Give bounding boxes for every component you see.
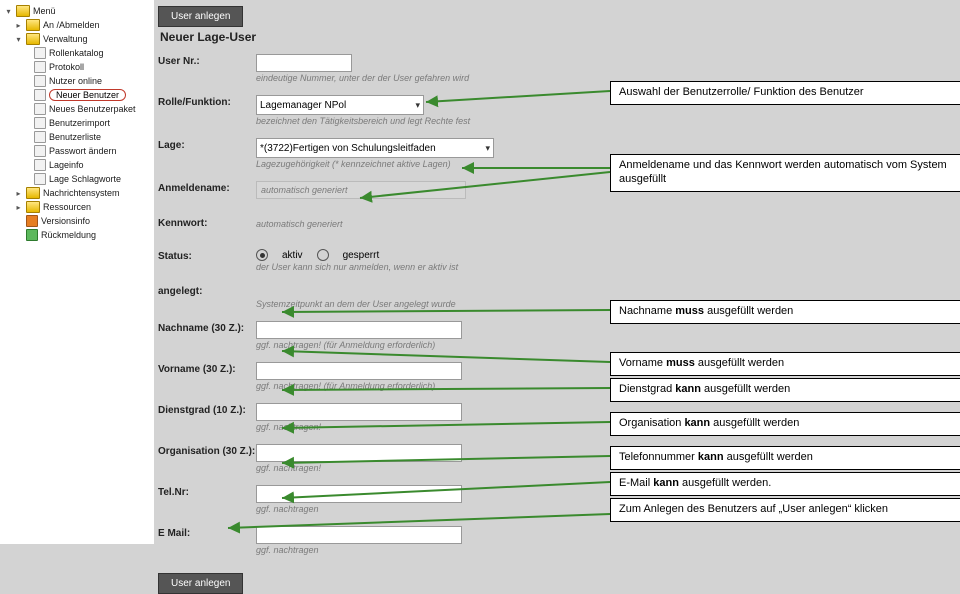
page-icon xyxy=(34,159,46,171)
user-anlegen-submit-button[interactable]: User anlegen xyxy=(158,573,243,594)
label-angelegt: angelegt: xyxy=(158,284,256,297)
input-organisation[interactable] xyxy=(256,444,462,462)
hint-organisation: ggf. nachtragen! xyxy=(256,463,598,473)
label-anmeldename: Anmeldename: xyxy=(158,181,256,194)
callout-telnr: Telefonnummer kann ausgefüllt werden xyxy=(610,446,960,470)
tree-item-nutzer-online[interactable]: Nutzer online xyxy=(0,74,154,88)
tree-item-benutzerliste[interactable]: Benutzerliste xyxy=(0,130,154,144)
tree-item-protokoll[interactable]: Protokoll xyxy=(0,60,154,74)
field-anmeldename: automatisch generiert xyxy=(256,181,466,199)
hint-vorname: ggf. nachtragen! (für Anmeldung erforder… xyxy=(256,381,598,391)
label-organisation: Organisation (30 Z.): xyxy=(158,444,256,457)
tree-item-versionsinfo[interactable]: Versionsinfo xyxy=(0,214,154,228)
collapse-icon: ▾ xyxy=(4,7,13,16)
page-icon xyxy=(34,145,46,157)
tree-item-benutzerimport[interactable]: Benutzerimport xyxy=(0,116,154,130)
label-email: E Mail: xyxy=(158,526,256,539)
user-anlegen-top-button[interactable]: User anlegen xyxy=(158,6,243,27)
tree-item-nachrichtensystem[interactable]: ▸Nachrichtensystem xyxy=(0,186,154,200)
hint-rolle: bezeichnet den Tätigkeitsbereich und leg… xyxy=(256,116,598,126)
hint-status: der User kann sich nur anmelden, wenn er… xyxy=(256,262,598,272)
input-email[interactable] xyxy=(256,526,462,544)
callout-anmeldename: Anmeldename und das Kennwort werden auto… xyxy=(610,154,960,192)
label-lage: Lage: xyxy=(158,138,256,151)
label-rolle: Rolle/Funktion: xyxy=(158,95,256,108)
label-user-nr: User Nr.: xyxy=(158,54,256,67)
callout-rolle: Auswahl der Benutzerrolle/ Funktion des … xyxy=(610,81,960,105)
input-user-nr[interactable] xyxy=(256,54,352,72)
collapse-icon: ▾ xyxy=(14,35,23,44)
callout-email: E-Mail kann ausgefüllt werden. xyxy=(610,472,960,496)
label-telnr: Tel.Nr: xyxy=(158,485,256,498)
page-icon xyxy=(34,61,46,73)
callout-dienstgrad: Dienstgrad kann ausgefüllt werden xyxy=(610,378,960,402)
page-icon xyxy=(34,117,46,129)
tree-item-lageinfo[interactable]: Lageinfo xyxy=(0,158,154,172)
label-vorname: Vorname (30 Z.): xyxy=(158,362,256,375)
callout-vorname: Vorname muss ausgefüllt werden xyxy=(610,352,960,376)
folder-icon xyxy=(26,187,40,199)
tree-item-rueckmeldung[interactable]: Rückmeldung xyxy=(0,228,154,242)
input-telnr[interactable] xyxy=(256,485,462,503)
form-title: Neuer Lage-User xyxy=(160,30,598,44)
hint-nachname: ggf. nachtragen! (für Anmeldung erforder… xyxy=(256,340,598,350)
info-icon xyxy=(26,215,38,227)
input-vorname[interactable] xyxy=(256,362,462,380)
expand-icon: ▸ xyxy=(14,189,23,198)
tree-item-rollenkatalog[interactable]: Rollenkatalog xyxy=(0,46,154,60)
folder-icon xyxy=(26,19,40,31)
radio-gesperrt[interactable] xyxy=(317,249,329,261)
select-lage[interactable]: *(3722)Fertigen von Schulungsleitfaden▾ xyxy=(256,138,494,158)
folder-icon xyxy=(16,5,30,17)
tree-item-verwaltung[interactable]: ▾Verwaltung xyxy=(0,32,154,46)
label-nachname: Nachname (30 Z.): xyxy=(158,321,256,334)
input-dienstgrad[interactable] xyxy=(256,403,462,421)
radio-aktiv[interactable] xyxy=(256,249,268,261)
callout-submit: Zum Anlegen des Benutzers auf „User anle… xyxy=(610,498,960,522)
label-status: Status: xyxy=(158,249,256,262)
tree-root[interactable]: ▾Menü xyxy=(0,4,154,18)
tree-item-passwort-aendern[interactable]: Passwort ändern xyxy=(0,144,154,158)
hint-user-nr: eindeutige Nummer, unter der der User ge… xyxy=(256,73,598,83)
sidebar: ▾Menü ▸An /Abmelden ▾Verwaltung Rollenka… xyxy=(0,0,154,544)
folder-icon xyxy=(26,201,40,213)
tree-item-neuer-benutzer[interactable]: Neuer Benutzer xyxy=(0,88,154,102)
status-radio-group: aktivgesperrt xyxy=(256,249,598,261)
form-area: Neuer Lage-User User Nr.: eindeutige Num… xyxy=(158,30,598,594)
label-kennwort: Kennwort: xyxy=(158,216,256,229)
select-rolle[interactable]: Lagemanager NPol▾ xyxy=(256,95,424,115)
expand-icon: ▸ xyxy=(14,21,23,30)
page-icon xyxy=(34,131,46,143)
page-icon xyxy=(34,103,46,115)
field-kennwort: automatisch generiert xyxy=(256,216,460,232)
label-dienstgrad: Dienstgrad (10 Z.): xyxy=(158,403,256,416)
input-nachname[interactable] xyxy=(256,321,462,339)
hint-dienstgrad: ggf. nachtragen! xyxy=(256,422,598,432)
page-icon xyxy=(34,89,46,101)
chevron-down-icon: ▾ xyxy=(415,100,420,111)
expand-icon: ▸ xyxy=(14,203,23,212)
tree-item-anmelden[interactable]: ▸An /Abmelden xyxy=(0,18,154,32)
page-icon xyxy=(34,75,46,87)
page-icon xyxy=(34,173,46,185)
hint-lage: Lagezugehörigkeit (* kennzeichnet aktive… xyxy=(256,159,598,169)
callout-organisation: Organisation kann ausgefüllt werden xyxy=(610,412,960,436)
folder-icon xyxy=(26,33,40,45)
tree-item-ressourcen[interactable]: ▸Ressourcen xyxy=(0,200,154,214)
tree-item-neues-benutzerpaket[interactable]: Neues Benutzerpaket xyxy=(0,102,154,116)
feedback-icon xyxy=(26,229,38,241)
callout-nachname: Nachname muss ausgefüllt werden xyxy=(610,300,960,324)
hint-angelegt: Systemzeitpunkt an dem der User angelegt… xyxy=(256,299,598,309)
hint-telnr: ggf. nachtragen xyxy=(256,504,598,514)
page-icon xyxy=(34,47,46,59)
tree-item-lage-schlagworte[interactable]: Lage Schlagworte xyxy=(0,172,154,186)
chevron-down-icon: ▾ xyxy=(485,143,490,154)
hint-email: ggf. nachtragen xyxy=(256,545,598,555)
